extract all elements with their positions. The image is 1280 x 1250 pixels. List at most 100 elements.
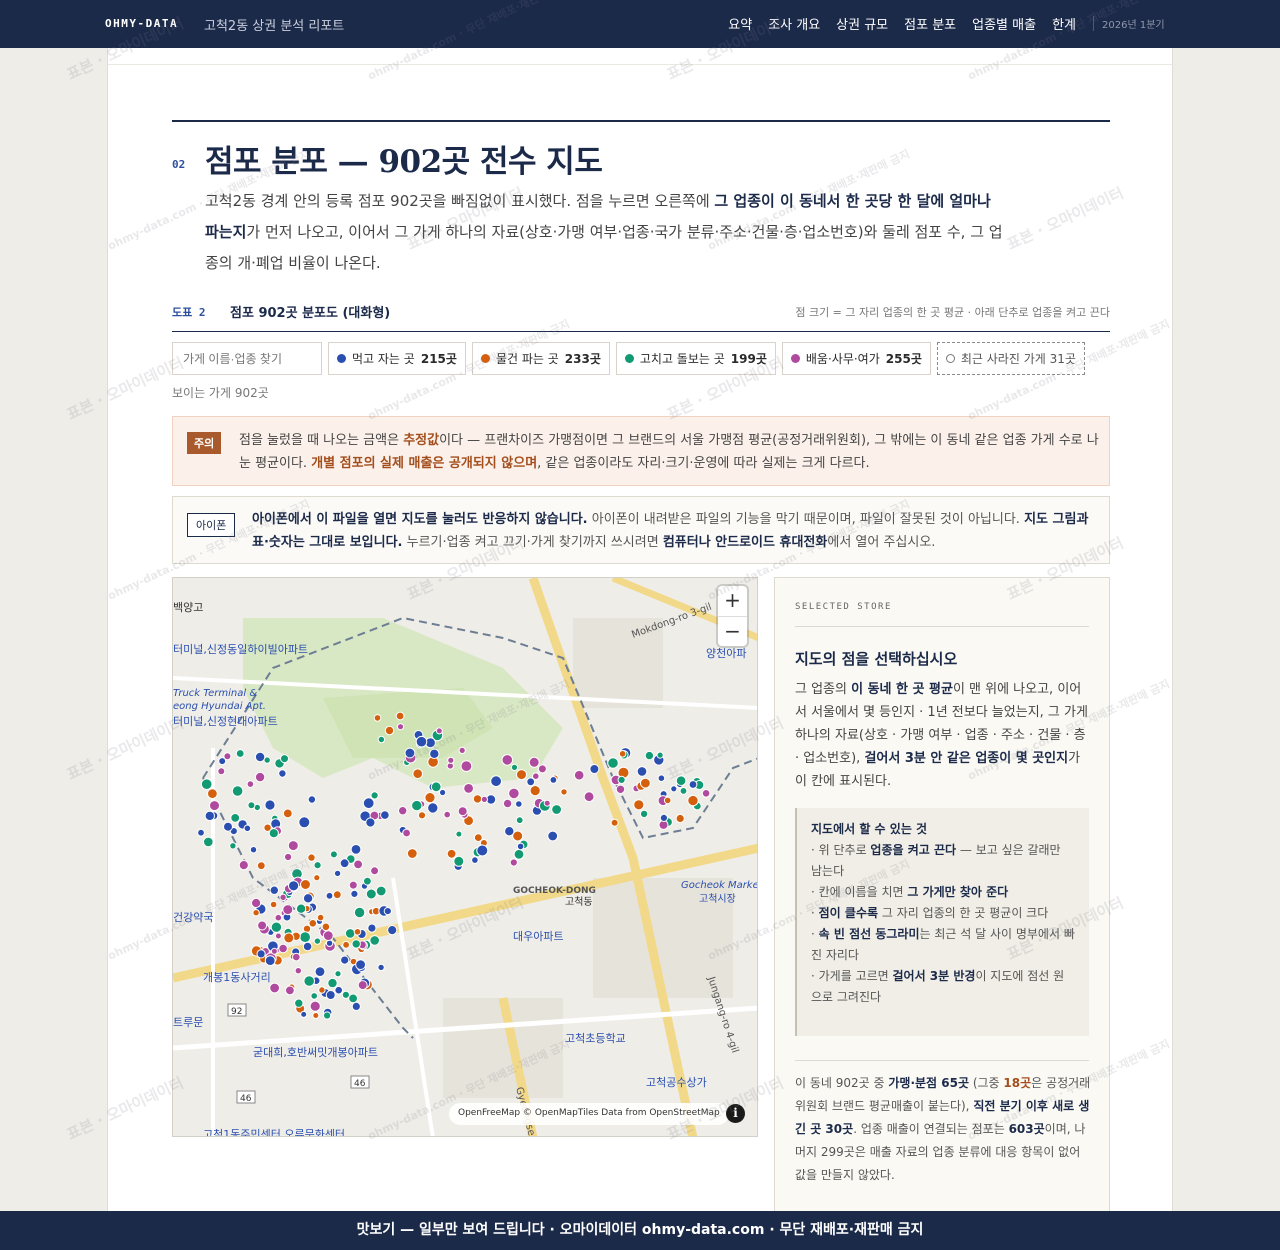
store-dot[interactable] [383,907,392,916]
store-dot[interactable] [529,785,541,797]
store-dot[interactable] [377,735,386,744]
store-dot[interactable] [508,787,520,800]
store-dot[interactable] [332,890,342,900]
store-dot[interactable] [618,750,627,758]
store-dot[interactable] [551,804,563,815]
store-dot[interactable] [512,830,524,842]
store-dot[interactable] [313,861,322,870]
store-dot[interactable] [480,795,488,803]
nav-item-scale[interactable]: 상권 규모 [836,14,888,33]
store-dot[interactable] [278,769,287,778]
store-dot[interactable] [294,998,304,1008]
store-dot[interactable] [302,941,313,952]
store-dot[interactable] [353,928,362,936]
store-dot[interactable] [353,906,366,919]
store-dot[interactable] [322,930,334,942]
filter-food-button[interactable]: 먹고 자는 곳 215곳 [328,342,466,375]
store-dot[interactable] [377,963,385,972]
store-dot[interactable] [429,748,440,760]
store-dot[interactable] [294,967,303,975]
store-dot[interactable] [342,940,351,949]
store-dot[interactable] [325,939,334,947]
store-dot[interactable] [323,1011,332,1020]
store-dot[interactable] [476,844,489,857]
store-dot[interactable] [510,763,519,771]
store-dot[interactable] [292,952,301,962]
store-dot[interactable] [256,949,266,959]
store-dot[interactable] [298,816,311,829]
store-dot[interactable] [547,830,559,842]
store-dot[interactable] [549,776,558,784]
store-dot[interactable] [312,1012,320,1019]
store-dot[interactable] [537,764,547,774]
store-dot[interactable] [350,844,362,855]
store-dot[interactable] [396,723,405,731]
store-dot[interactable] [513,848,525,860]
store-dot[interactable] [380,810,390,820]
store-dot[interactable] [299,931,312,944]
nav-item-sales[interactable]: 업종별 매출 [972,14,1036,33]
store-dot[interactable] [411,799,423,812]
store-dot[interactable] [270,947,278,955]
store-dot[interactable] [526,777,536,787]
store-dot[interactable] [679,787,688,795]
store-dot[interactable] [516,769,527,781]
store-dot[interactable] [353,859,364,870]
store-dot[interactable] [229,842,237,850]
store-dot[interactable] [307,853,316,862]
store-dot[interactable] [455,830,463,838]
store-dot[interactable] [424,792,436,804]
store-dot[interactable] [639,809,649,819]
filter-closed-button[interactable]: 최근 사라진 가게 31곳 [936,342,1085,375]
store-search-input[interactable] [172,342,322,375]
store-dot[interactable] [207,788,218,800]
store-dot[interactable] [515,816,524,825]
nav-item-limits[interactable]: 한계 [1052,14,1076,33]
brand-logo[interactable]: OHMY-DATA [105,17,178,30]
store-dot[interactable] [230,813,241,823]
store-dot[interactable] [427,802,439,814]
store-dot[interactable] [316,913,325,922]
store-dot[interactable] [659,813,668,822]
nav-item-summary[interactable]: 요약 [728,14,752,33]
store-dot[interactable] [274,913,283,922]
store-dot[interactable] [287,840,299,852]
store-dot[interactable] [197,828,205,837]
store-dot[interactable] [348,993,359,1004]
store-dot[interactable] [515,800,523,808]
store-dot[interactable] [251,897,262,909]
store-dot[interactable] [269,900,278,909]
store-dot[interactable] [430,781,442,793]
store-dot[interactable] [223,752,232,761]
map-attribution[interactable]: OpenFreeMap © OpenMapTiles Data from Ope… [449,1103,729,1125]
store-dot[interactable] [453,855,465,867]
store-dot[interactable] [583,791,595,803]
info-icon[interactable]: i [726,1104,745,1123]
store-dot[interactable] [670,785,678,793]
store-dot[interactable] [617,775,626,784]
store-dot[interactable] [351,939,361,949]
store-dot[interactable] [610,818,619,827]
store-dot[interactable] [573,769,585,781]
store-dot[interactable] [446,848,457,859]
store-dot[interactable] [313,874,321,882]
store-dot[interactable] [278,943,288,954]
store-dot[interactable] [288,880,300,892]
store-dot[interactable] [279,893,287,901]
store-dot[interactable] [369,935,380,946]
store-dot[interactable] [327,977,338,989]
store-dot[interactable] [363,876,372,886]
store-dot[interactable] [285,985,295,996]
nav-item-distribution[interactable]: 점포 분포 [904,14,956,33]
store-dot[interactable] [471,856,479,864]
store-dot[interactable] [435,727,443,735]
store-dot[interactable] [351,1001,361,1011]
store-dot[interactable] [357,980,368,991]
store-dot[interactable] [509,858,518,867]
store-dot[interactable] [490,775,503,788]
store-dot[interactable] [282,904,294,916]
filter-retail-button[interactable]: 물건 파는 곳 233곳 [471,342,610,375]
store-dot[interactable] [412,768,423,779]
store-dot[interactable] [309,1000,321,1012]
store-dot[interactable] [325,891,334,900]
